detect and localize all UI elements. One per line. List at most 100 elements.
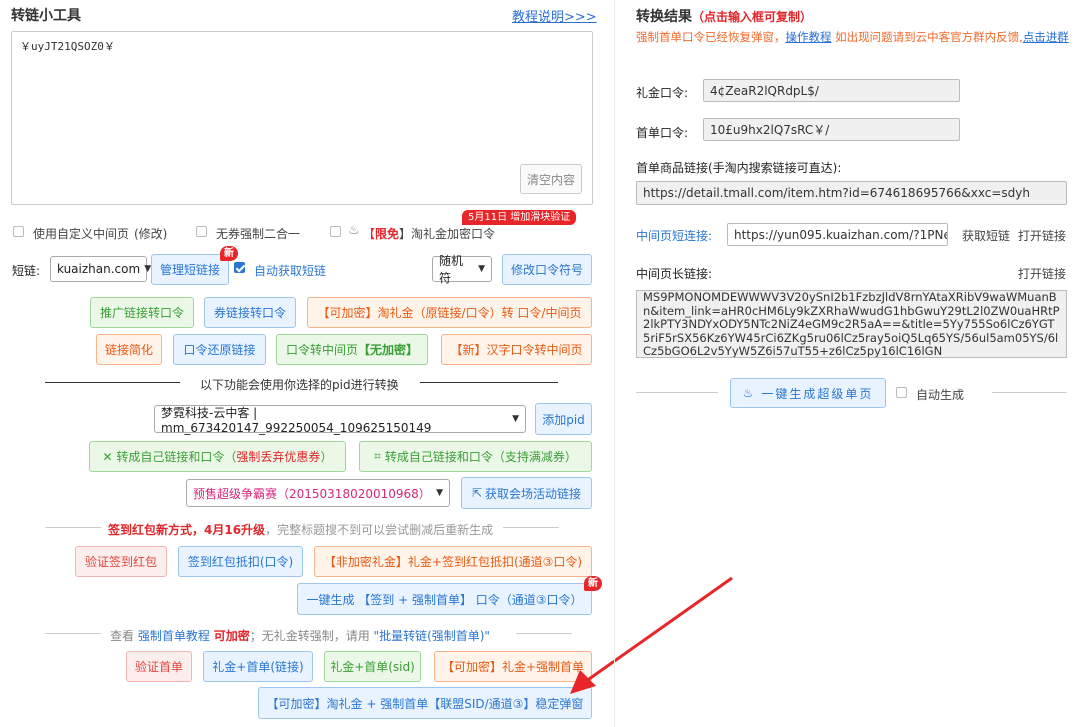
no-encrypt-label: 【无加密】 (358, 343, 419, 357)
token-restore-button[interactable]: 口令还原链接 (173, 334, 266, 365)
divider-line (45, 527, 101, 528)
pid-select[interactable]: 梦霓科技-云中客 | mm_673420147_992250054_109625… (154, 405, 526, 435)
link-simplify-button[interactable]: 链接简化 (96, 334, 162, 365)
verify-first-order-button[interactable]: 验证首单 (126, 651, 192, 682)
signin-divider-red: 签到红包新方式，4月16升级 (108, 523, 266, 537)
random-symbol-select[interactable]: 随机符 ▼ (432, 254, 492, 285)
pid-select-value: 梦霓科技-云中客 | mm_673420147_992250054_109625… (161, 405, 432, 435)
auto-short-label: 自动获取短链 (254, 264, 327, 278)
limited-text: 限免 (375, 227, 400, 241)
divider-line (503, 527, 559, 528)
notice-tutorial-link[interactable]: 操作教程 (786, 30, 832, 44)
divider-line (45, 382, 180, 383)
tutorial-link[interactable]: 教程说明>>> (512, 6, 597, 25)
first-divider-3: 可加密 (213, 629, 250, 643)
add-pid-button[interactable]: 添加pid (535, 403, 592, 435)
get-venue-link-button[interactable]: ⇱ 获取会场活动链接 (461, 477, 592, 509)
first-divider-text: 查看 强制首单教程 可加密；无礼金转强制，请用 "批量转链(强制首单)" (110, 627, 490, 644)
notice-2: 如出现问题请到云中客官方群内反馈, (831, 30, 1023, 44)
auto-generate-checkbox[interactable] (896, 387, 907, 398)
fire-icon: ♨ (742, 386, 756, 400)
divider-line (45, 633, 101, 634)
presale-select-value: 预售超级争霸赛（20150318020010968） (193, 486, 431, 501)
notice-1: 强制首单口令已经恢复弹窗， (636, 30, 786, 44)
custom-mid-label: 使用自定义中间页 (33, 227, 130, 241)
date-badge: 5月11日 增加滑块验证 (462, 210, 577, 225)
red-arrow-annotation (570, 576, 733, 694)
promo-link-to-token-button[interactable]: 推广链接转口令 (90, 297, 194, 328)
fire-icon: ♨ (348, 223, 360, 238)
chinese-token-midpage-button[interactable]: 【新】汉字口令转中间页 (441, 334, 592, 365)
coupon-link-to-token-button[interactable]: 券链接转口令 (204, 297, 296, 328)
no-coupon-checkbox[interactable] (196, 226, 207, 237)
short-domain-select[interactable]: kuaizhan.com ▼ (50, 256, 151, 282)
gift-to-token-button[interactable]: 【可加密】淘礼金（原链接/口令）转 口令/中间页 (307, 297, 592, 328)
new-badge: 新 (220, 246, 238, 261)
notice-text: 强制首单口令已经恢复弹窗，操作教程 如出现问题请到云中客官方群内反馈,点击进群 (636, 28, 1071, 46)
result-title-text: 转换结果 (636, 9, 692, 25)
generate-super-page-button[interactable]: ♨ 一键生成超级单页 (730, 378, 886, 408)
gift-first-sid-button[interactable]: 礼金+首单(sid) (324, 651, 421, 682)
convert-self-red: 强制丢弃优惠券 (236, 450, 321, 464)
first-divider-4: ；无礼金转强制，请用 (249, 629, 370, 643)
first-token-label: 首单口令: (636, 126, 689, 140)
grid-icon: ⌗ (374, 449, 381, 463)
modify-symbol-button[interactable]: 修改口令符号 (502, 254, 592, 285)
no-coupon-label: 无券强制二合一 (216, 227, 301, 241)
first-divider-2[interactable]: 强制首单教程 (138, 629, 210, 643)
gift-token-label: 礼金口令: (636, 86, 689, 100)
gen-super-label: 一键生成超级单页 (761, 386, 874, 401)
share-icon: ⇱ (471, 486, 483, 500)
custom-mid-checkbox[interactable] (13, 226, 24, 237)
limited-prefix: 【 (363, 227, 376, 241)
mid-short-label: 中间页短连接: (636, 229, 713, 243)
limited-free-checkbox[interactable] (330, 226, 341, 237)
convert-self-drop-coupon-button[interactable]: ✕ 转成自己链接和口令（ 强制丢弃优惠券） (89, 441, 346, 472)
open-short-link[interactable]: 打开链接 (1018, 227, 1066, 244)
link-input-textarea[interactable] (11, 31, 593, 205)
result-title: 转换结果（点击输入框可复制） (636, 6, 812, 26)
non-encrypt-gift-signin-button[interactable]: 【非加密礼金】礼金+签到红包抵扣(通道③口令) (314, 546, 592, 577)
verify-signin-redpack-button[interactable]: 验证签到红包 (75, 546, 167, 577)
convert-self-2-label: 转成自己链接和口令（支持满减券） (384, 450, 577, 464)
tool-title: 转链小工具 (11, 8, 81, 24)
notice-join-group-link[interactable]: 点击进群 (1023, 30, 1069, 44)
short-link-label: 短链: (12, 264, 41, 278)
oneclick-signin-first-button[interactable]: 一键生成 【签到 + 强制首单】 口令（通道③口令） (297, 583, 592, 615)
chevron-down-icon: ▼ (478, 264, 485, 274)
convert-self-full-reduction-button[interactable]: ⌗ 转成自己链接和口令（支持满减券） (359, 441, 592, 472)
convert-self-suffix: ） (320, 450, 333, 464)
manage-short-link-button[interactable]: 管理短链接 (151, 254, 229, 285)
token-to-midpage-button[interactable]: 口令转中间页 【无加密】 (276, 334, 428, 365)
random-symbol-value: 随机符 (439, 254, 464, 285)
limited-suffix: 】淘礼金加密口令 (399, 227, 496, 241)
custom-mid-edit-link[interactable]: (修改) (134, 225, 167, 242)
limited-label: 【限免】淘礼金加密口令 (363, 225, 495, 242)
first-divider-1: 查看 (110, 629, 135, 643)
auto-short-checkbox[interactable] (234, 262, 245, 273)
presale-select[interactable]: 预售超级争霸赛（20150318020010968） ▼ (186, 479, 450, 507)
short-domain-value: kuaizhan.com (57, 262, 141, 276)
chevron-down-icon: ▼ (436, 488, 443, 498)
mid-long-field[interactable]: MS9PMONOMDEWWWV3V20ySnI2b1FzbzJldV8rnYAt… (636, 290, 1067, 358)
clear-content-button[interactable]: 清空内容 (520, 164, 582, 194)
first-token-field[interactable]: 10£u9hx2lQ7sRC￥/ (703, 118, 960, 141)
mid-short-field[interactable]: https://yun095.kuaizhan.com/?1PNe4u (727, 223, 948, 246)
first-divider-5[interactable]: "批量转链(强制首单)" (374, 629, 490, 643)
result-title-hint: （点击输入框可复制） (692, 10, 813, 24)
product-link-field[interactable]: https://detail.tmall.com/item.htm?id=674… (636, 181, 1067, 205)
open-long-link[interactable]: 打开链接 (1018, 265, 1066, 282)
gift-first-link-button[interactable]: 礼金+首单(链接) (203, 651, 313, 682)
signin-divider-gray: ，完整标题搜不到可以尝试删减后重新生成 (265, 523, 494, 537)
gift-token-field[interactable]: 4¢ZeaR2lQRdpL$/ (703, 79, 960, 102)
get-venue-label: 获取会场活动链接 (485, 486, 582, 501)
signin-divider-text: 签到红包新方式，4月16升级，完整标题搜不到可以尝试删减后重新生成 (108, 521, 493, 538)
get-short-link[interactable]: 获取短链 (962, 227, 1010, 244)
divider-line (636, 392, 718, 393)
pid-divider-text: 以下功能会使用你选择的pid进行转换 (200, 378, 399, 392)
chevron-down-icon: ▼ (512, 414, 519, 424)
divider-line (992, 392, 1067, 393)
mid-long-label: 中间页长链接: (636, 267, 713, 281)
signin-redpack-deduct-button[interactable]: 签到红包抵扣(口令) (178, 546, 303, 577)
encrypt-gift-force-first-sid-button[interactable]: 【可加密】淘礼金 + 强制首单【联盟SID/通道③】稳定弹窗 (258, 687, 592, 719)
